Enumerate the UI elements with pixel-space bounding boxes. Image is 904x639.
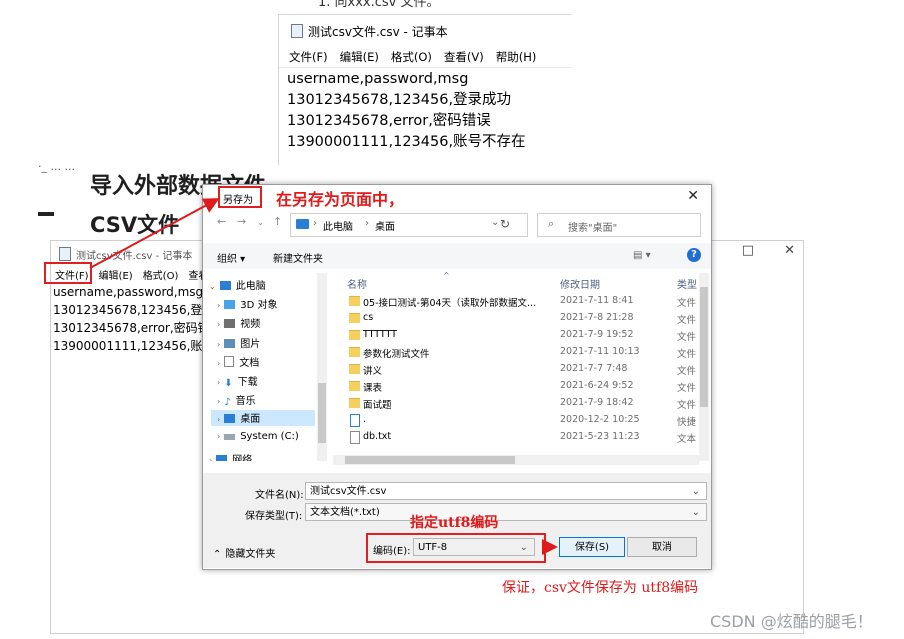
annotation-save-as-page: 在另存为页面中， [276, 190, 405, 209]
annotation-arrows [89, 198, 558, 555]
watermark: CSDN @炫酷的腿毛！ [710, 612, 873, 631]
annotation-specify-utf8: 指定utf8编码 [410, 515, 499, 531]
annotation-ensure-utf8: 保证，csv文件保存为 utf8编码 [502, 580, 699, 596]
